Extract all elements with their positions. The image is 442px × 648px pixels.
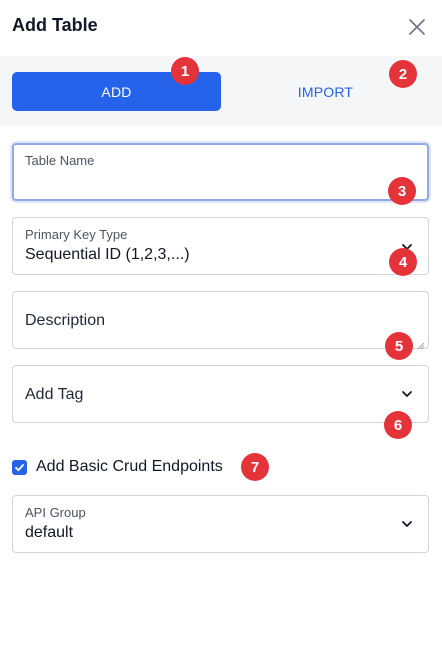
table-name-field[interactable]: Table Name [12,143,429,201]
crud-endpoints-label: Add Basic Crud Endpoints [36,458,223,475]
chevron-down-icon [400,387,414,401]
resize-handle-icon[interactable] [417,337,425,350]
annotation-badge: 4 [389,248,417,276]
api-group-value: default [25,524,74,541]
chevron-down-icon [400,517,414,531]
crud-endpoints-checkbox[interactable] [12,459,27,475]
annotation-badge: 1 [171,57,199,85]
add-tag-placeholder: Add Tag [25,386,84,403]
crud-endpoints-checkbox-row[interactable]: Add Basic Crud Endpoints [12,457,223,477]
api-group-label: API Group [25,505,86,520]
primary-key-type-label: Primary Key Type [25,227,128,242]
mode-tabs: ADD IMPORT [0,56,442,126]
dialog-title: Add Table [12,15,98,35]
annotation-badge: 6 [384,411,412,439]
primary-key-type-value: Sequential ID (1,2,3,...) [25,246,190,263]
api-group-select[interactable]: API Group default [12,495,429,553]
add-tag-select[interactable]: Add Tag [12,365,429,423]
description-placeholder: Description [25,312,106,329]
description-textarea[interactable]: Description [12,291,429,350]
annotation-badge: 7 [241,453,269,481]
annotation-badge: 2 [389,60,417,88]
dialog-header: Add Table [0,0,442,56]
annotation-badge: 5 [385,332,413,360]
primary-key-type-select[interactable]: Primary Key Type Sequential ID (1,2,3,..… [12,217,429,275]
annotation-badge: 3 [388,177,416,205]
close-icon[interactable] [406,16,428,38]
table-name-label: Table Name [25,153,95,168]
